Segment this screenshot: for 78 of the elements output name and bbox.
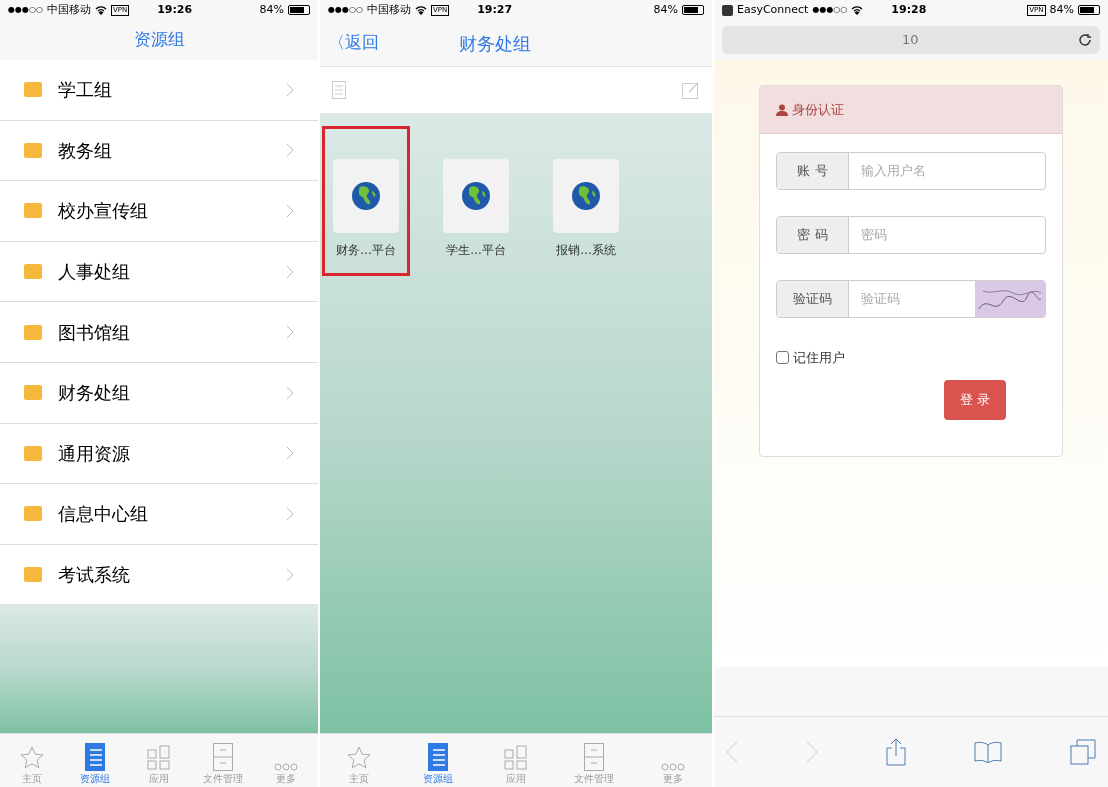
input-group[interactable]: 验证码 验证码 bbox=[776, 280, 1046, 318]
folder-icon bbox=[24, 264, 42, 280]
wifi-icon bbox=[851, 5, 864, 15]
battery-icon bbox=[1078, 5, 1100, 15]
address-bar[interactable]: 10 bbox=[722, 26, 1100, 54]
battery-icon bbox=[682, 5, 704, 15]
battery-percent: 84% bbox=[653, 1, 678, 18]
app-tile[interactable]: 报销...系统 bbox=[542, 126, 630, 276]
status-time: 19:27 bbox=[477, 1, 513, 18]
star-icon bbox=[18, 745, 45, 771]
tab[interactable]: 资源组 bbox=[63, 734, 128, 787]
battery-percent: 84% bbox=[1049, 1, 1074, 18]
login-button[interactable]: 登 录 bbox=[944, 379, 1006, 420]
input-field[interactable]: 密码 bbox=[849, 217, 1045, 253]
tabs-icon[interactable] bbox=[1070, 739, 1096, 765]
chevron-icon bbox=[286, 506, 294, 521]
wifi-icon bbox=[94, 5, 107, 15]
carrier-name: 中国移动 bbox=[366, 1, 411, 18]
folder-icon bbox=[24, 203, 42, 219]
grid-icon bbox=[147, 745, 171, 771]
folder-icon bbox=[24, 506, 42, 522]
back-app-label[interactable]: EasyConnect bbox=[737, 1, 809, 19]
input-field[interactable]: 输入用户名 bbox=[849, 153, 1045, 189]
input-field[interactable]: 验证码 bbox=[849, 281, 975, 317]
status-time: 19:26 bbox=[157, 1, 193, 18]
chevron-icon bbox=[286, 264, 294, 279]
share-icon[interactable] bbox=[886, 738, 906, 766]
globe-icon bbox=[461, 181, 491, 211]
battery-icon bbox=[288, 5, 310, 15]
signal-dots: ●●●○○ bbox=[812, 4, 848, 16]
card-title: 身份认证 bbox=[792, 100, 844, 119]
list-icon bbox=[85, 743, 106, 771]
remember-checkbox[interactable]: 记住用户 bbox=[776, 348, 1046, 368]
folder-icon bbox=[24, 324, 42, 340]
book-icon[interactable] bbox=[974, 741, 1002, 763]
list-icon bbox=[427, 743, 448, 771]
user-icon bbox=[776, 103, 788, 116]
status-time: 19:28 bbox=[891, 1, 927, 18]
cabinet-icon bbox=[584, 743, 605, 771]
forward-icon[interactable] bbox=[806, 741, 818, 763]
input-group[interactable]: 密 码 密码 bbox=[776, 216, 1046, 254]
tab[interactable]: 资源组 bbox=[398, 734, 477, 787]
back-app-icon bbox=[722, 4, 733, 16]
wifi-icon bbox=[414, 5, 427, 15]
signal-dots: ●●●○○ bbox=[8, 4, 43, 16]
back-icon[interactable] bbox=[726, 741, 738, 763]
globe-icon bbox=[571, 181, 601, 211]
captcha-image bbox=[975, 281, 1045, 317]
globe-icon bbox=[351, 181, 381, 211]
edit-icon[interactable] bbox=[682, 81, 700, 99]
list-icon[interactable] bbox=[332, 81, 346, 99]
chevron-icon bbox=[286, 385, 294, 400]
cabinet-icon bbox=[212, 743, 233, 771]
folder-icon bbox=[24, 445, 42, 461]
chevron-icon bbox=[286, 567, 294, 582]
more-icon bbox=[274, 763, 299, 771]
signal-dots: ●●●○○ bbox=[328, 4, 363, 16]
more-icon bbox=[660, 763, 685, 771]
chevron-icon bbox=[286, 143, 294, 158]
nav-title: 财务处组 bbox=[459, 31, 531, 56]
grid-icon bbox=[504, 745, 528, 771]
back-button[interactable]: 〈返回 bbox=[328, 30, 379, 56]
chevron-icon bbox=[286, 82, 294, 97]
nav-title: 资源组 bbox=[133, 28, 185, 52]
folder-icon bbox=[24, 82, 42, 98]
chevron-icon bbox=[286, 204, 294, 218]
folder-icon bbox=[24, 142, 42, 158]
star-icon bbox=[346, 745, 373, 771]
input-group[interactable]: 账 号 输入用户名 bbox=[776, 152, 1046, 190]
reload-icon[interactable] bbox=[1078, 33, 1092, 47]
carrier-name: 中国移动 bbox=[46, 1, 91, 18]
chevron-icon bbox=[286, 325, 294, 340]
folder-icon bbox=[24, 385, 42, 401]
app-tile[interactable]: 财务...平台 bbox=[322, 126, 410, 276]
app-tile[interactable]: 学生...平台 bbox=[432, 126, 520, 276]
folder-icon bbox=[24, 567, 42, 583]
chevron-icon bbox=[286, 446, 294, 461]
battery-percent: 84% bbox=[259, 1, 284, 18]
